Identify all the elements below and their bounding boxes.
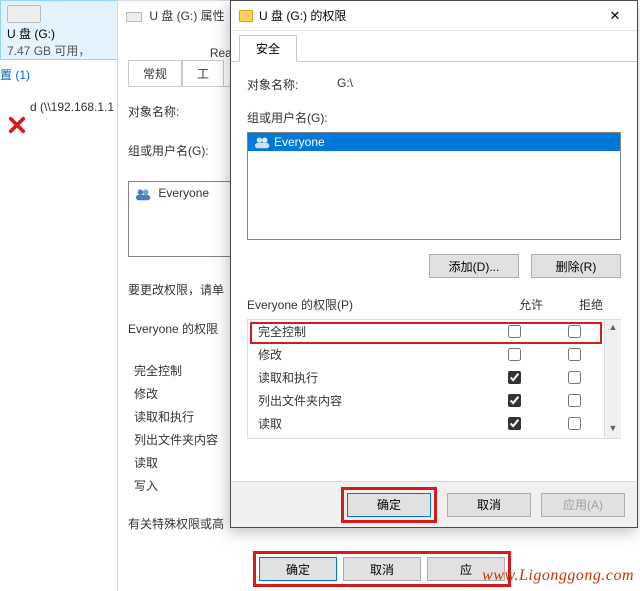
perm-row: 完全控制 bbox=[248, 320, 604, 343]
allow-checkbox[interactable] bbox=[508, 417, 521, 430]
permissions-title: U 盘 (G:) 的权限 bbox=[259, 7, 593, 24]
scroll-down-icon[interactable]: ▼ bbox=[605, 421, 621, 438]
close-button[interactable]: ✕ bbox=[593, 2, 637, 30]
perm-row: 读取和执行 bbox=[248, 366, 604, 389]
deny-checkbox[interactable] bbox=[568, 371, 581, 384]
apply-button[interactable]: 应用(A) bbox=[541, 493, 625, 517]
drive-tile[interactable]: U 盘 (G:) 7.47 GB 可用， bbox=[0, 0, 118, 60]
perm-name: 读取 bbox=[258, 415, 484, 432]
deny-checkbox[interactable] bbox=[568, 394, 581, 407]
permissions-titlebar[interactable]: U 盘 (G:) 的权限 ✕ bbox=[231, 1, 637, 31]
object-name-label: 对象名称: bbox=[247, 76, 337, 93]
permissions-dialog: U 盘 (G:) 的权限 ✕ 安全 对象名称: G:\ 组或用户名(G): Ev… bbox=[230, 0, 638, 528]
perm-row: 修改 bbox=[248, 343, 604, 366]
object-name-value: G:\ bbox=[337, 76, 353, 93]
perm-name: 列出文件夹内容 bbox=[258, 392, 484, 409]
network-drive-item[interactable]: d (\\192.168.1.1 bbox=[30, 100, 114, 114]
users-group-icon bbox=[254, 135, 272, 149]
scrollbar[interactable]: ▲ ▼ bbox=[604, 320, 621, 438]
col-allow: 允许 bbox=[501, 296, 561, 313]
hdd-icon bbox=[126, 12, 142, 22]
tab-security[interactable]: 安全 bbox=[239, 35, 297, 62]
config-link[interactable]: 置 (1) bbox=[0, 66, 30, 83]
perm-name: 修改 bbox=[258, 346, 484, 363]
cancel-button[interactable]: 取消 bbox=[343, 557, 421, 581]
error-x-icon bbox=[8, 116, 26, 134]
group-everyone[interactable]: Everyone bbox=[248, 133, 620, 151]
folder-icon bbox=[239, 10, 253, 22]
ok-button[interactable]: 确定 bbox=[347, 493, 431, 517]
allow-checkbox[interactable] bbox=[508, 325, 521, 338]
apply-button[interactable]: 应 bbox=[427, 557, 505, 581]
col-deny: 拒绝 bbox=[561, 296, 621, 313]
allow-checkbox[interactable] bbox=[508, 348, 521, 361]
perm-row: 读取 bbox=[248, 412, 604, 435]
deny-checkbox[interactable] bbox=[568, 348, 581, 361]
allow-checkbox[interactable] bbox=[508, 394, 521, 407]
cancel-button[interactable]: 取消 bbox=[447, 493, 531, 517]
permissions-footer: 确定 取消 应用(A) bbox=[231, 481, 637, 527]
hdd-icon bbox=[7, 5, 41, 23]
ok-highlight: 确定 bbox=[341, 487, 437, 523]
group-list[interactable]: Everyone bbox=[247, 132, 621, 240]
perm-name: 读取和执行 bbox=[258, 369, 484, 386]
drive-capacity: 7.47 GB 可用， bbox=[7, 42, 111, 59]
perm-row: 列出文件夹内容 bbox=[248, 389, 604, 412]
tab-tools[interactable]: 工 bbox=[182, 60, 224, 86]
deny-checkbox[interactable] bbox=[568, 417, 581, 430]
scroll-up-icon[interactable]: ▲ bbox=[605, 320, 621, 337]
tab-general[interactable]: 常规 bbox=[128, 60, 182, 86]
drive-label: U 盘 (G:) bbox=[7, 27, 55, 41]
permissions-grid: 完全控制修改读取和执行列出文件夹内容读取 ▲ ▼ bbox=[247, 319, 621, 439]
remove-button[interactable]: 删除(R) bbox=[531, 254, 621, 278]
group-users-label: 组或用户名(G): bbox=[247, 109, 621, 126]
perm-name: 完全控制 bbox=[258, 323, 484, 340]
ok-button[interactable]: 确定 bbox=[259, 557, 337, 581]
group-everyone[interactable]: Everyone bbox=[158, 186, 209, 200]
add-button[interactable]: 添加(D)... bbox=[429, 254, 519, 278]
properties-buttons: 确定 取消 应 bbox=[253, 551, 511, 587]
deny-checkbox[interactable] bbox=[568, 325, 581, 338]
users-group-icon bbox=[135, 187, 153, 201]
perm-header: Everyone 的权限(P) bbox=[247, 296, 501, 313]
allow-checkbox[interactable] bbox=[508, 371, 521, 384]
